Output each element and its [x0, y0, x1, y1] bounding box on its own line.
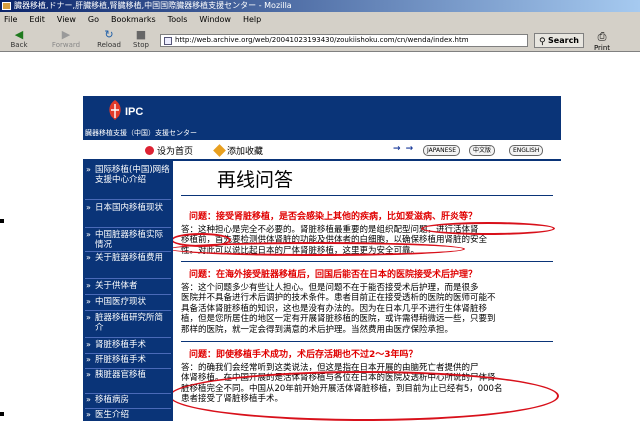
menu-view[interactable]: View [57, 15, 76, 24]
stop-label: Stop [133, 41, 149, 49]
search-icon: ⚲ [539, 37, 546, 47]
sidebar-item-donors[interactable]: 关于供体者 [85, 281, 171, 291]
logo-icon [109, 100, 121, 120]
stop-icon: ■ [135, 28, 147, 41]
window-title: 臓器移植,ドナー,肝臓移植,腎臓移植,中国国際臓器移植支援センター - Mozi… [14, 1, 292, 10]
answer-2-line: 植，但是您所居住的地区一定有开展肾脏移植的医院，或许需得稍微远一些，只要到 [181, 314, 496, 325]
printer-icon: ⎙ [597, 30, 607, 43]
menu-bookmarks[interactable]: Bookmarks [111, 15, 156, 24]
question-1: 问题：接受肾脏移植，是否会感染上其他的疾病，比如爱滋病、肝炎等？ [189, 212, 478, 222]
search-label: Search [548, 36, 579, 45]
menu-file[interactable]: File [4, 15, 17, 24]
sidebar-divider [85, 368, 171, 369]
menu-bar: File Edit View Go Bookmarks Tools Window… [0, 12, 640, 26]
menu-help[interactable]: Help [243, 15, 261, 24]
back-label: Back [10, 41, 28, 49]
menu-window[interactable]: Window [199, 15, 231, 24]
answer-2-line: 那样的医院，就一定会得到满意的术后护理。当然费用由医疗保险承担。 [181, 324, 454, 335]
set-homepage-link[interactable]: 设为首页 [145, 144, 193, 157]
sidebar-divider [85, 251, 171, 252]
left-edge-marker-bottom [0, 412, 4, 416]
stop-button[interactable]: ■ Stop [126, 28, 156, 50]
logo-text: IPC [125, 106, 144, 118]
sidebar-item-doctors[interactable]: 医生介绍 [85, 410, 171, 420]
sidebar-item-costs[interactable]: 关于脏器移植费用 [85, 253, 171, 263]
menu-edit[interactable]: Edit [29, 15, 45, 24]
lang-english-button[interactable]: ENGLISH [509, 145, 544, 156]
sidebar-item-liver-surgery[interactable]: 肝脏移植手术 [85, 355, 171, 365]
forward-arrow-icon: ▶ [61, 28, 71, 41]
arrow-icons: → → [393, 144, 415, 154]
sidebar-divider [85, 408, 171, 409]
reload-label: Reload [97, 41, 121, 49]
window-title-bar: 臓器移植,ドナー,肝臓移植,腎臓移植,中国国際臓器移植支援センター - Mozi… [0, 0, 640, 12]
sidebar-item-china-medical[interactable]: 中国医疗现状 [85, 297, 171, 307]
sidebar-divider [85, 199, 171, 200]
annotation-ellipse [173, 371, 559, 421]
favorite-icon [213, 144, 226, 157]
sidebar-item-institute[interactable]: 脏器移植研究所简介 [85, 313, 171, 333]
qa-divider [181, 261, 553, 262]
sidebar-divider [85, 310, 171, 311]
app-icon [2, 2, 11, 10]
sidebar-item-china-status[interactable]: 中国脏器移植实际情况 [85, 230, 171, 250]
sidebar-item-pancreas[interactable]: 胰脏器官移植 [85, 370, 171, 380]
home-icon [145, 146, 154, 155]
print-button[interactable]: ⎙ Print [590, 30, 614, 52]
sidebar-item-ward[interactable]: 移植病房 [85, 395, 171, 405]
annotation-ellipse [173, 242, 465, 256]
print-label: Print [593, 44, 611, 52]
answer-2: 答：这个问题多少有些让人担心。但是问题不在于能否接受术后护理，而是很多 医院并不… [181, 283, 555, 335]
search-button[interactable]: ⚲ Search [534, 33, 584, 48]
annotation-ellipse [421, 222, 555, 235]
sidebar-divider [85, 353, 171, 354]
page-icon [164, 37, 172, 45]
forward-label: Forward [51, 41, 81, 49]
menu-go[interactable]: Go [88, 15, 99, 24]
reload-button[interactable]: ↻ Reload [94, 28, 124, 50]
sidebar-divider [85, 278, 171, 279]
add-favorite-label: 添加收藏 [227, 147, 264, 157]
answer-2-line: 医院并不具备进行术后调护的技术条件。患者目前正在接受透析的医院的医师可能不 [181, 293, 496, 304]
main-content: 再线问答 问题：接受肾脏移植，是否会感染上其他的疾病，比如爱滋病、肝炎等？ 答：… [173, 161, 561, 421]
sidebar-item-kidney-surgery[interactable]: 肾脏移植手术 [85, 340, 171, 350]
answer-2-line: 具备活体肾脏移植的知识，这也是没有办法的。因为在日本几乎不进行生体肾脏移 [181, 303, 488, 314]
sidebar-item-japan-status[interactable]: 日本国内移植现状 [85, 203, 171, 213]
set-homepage-label: 设为首页 [157, 147, 194, 157]
sidebar-divider [85, 393, 171, 394]
forward-button[interactable]: ▶ Forward [48, 28, 84, 50]
site-header: IPC 臓器移植支援（中国）支援センター [83, 96, 561, 140]
reload-icon: ↻ [104, 28, 114, 41]
sidebar-divider [85, 294, 171, 295]
url-text: http://web.archive.org/web/2004102319343… [175, 36, 469, 44]
lang-japanese-button[interactable]: JAPANESE [423, 145, 460, 156]
menu-tools[interactable]: Tools [168, 15, 188, 24]
url-bar[interactable]: http://web.archive.org/web/2004102319343… [160, 34, 528, 47]
question-2: 问题：在海外接受脏器移植后，回国后能否在日本的医院接受术后护理？ [189, 270, 478, 280]
page-title: 再线问答 [217, 169, 294, 191]
site-nav: 设为首页 添加收藏 → → JAPANESE 中文版 ENGLISH [83, 140, 561, 161]
sidebar-item-center-intro[interactable]: 国际移植(中国)网络支援中心介绍 [85, 165, 171, 185]
sidebar: 国际移植(中国)网络支援中心介绍 日本国内移植现状 中国脏器移植实际情况 关于脏… [83, 161, 173, 421]
add-favorite-link[interactable]: 添加收藏 [213, 144, 264, 157]
left-edge-marker [0, 219, 4, 223]
back-button[interactable]: ◀ Back [4, 28, 34, 50]
title-divider [181, 195, 553, 196]
web-page: IPC 臓器移植支援（中国）支援センター 设为首页 添加收藏 → → JAPAN… [83, 96, 561, 421]
answer-2-line: 答：这个问题多少有些让人担心。但是问题不在于能否接受术后护理，而是很多 [181, 283, 479, 293]
sidebar-divider [85, 227, 171, 228]
sidebar-divider [85, 337, 171, 338]
org-name: 臓器移植支援（中国）支援センター [85, 129, 197, 137]
qa-divider [181, 341, 553, 342]
question-3: 问题：即使移植手术成功，术后存活期也不过2～3年吗？ [189, 350, 418, 360]
back-arrow-icon: ◀ [14, 28, 24, 41]
lang-chinese-button[interactable]: 中文版 [469, 145, 496, 156]
